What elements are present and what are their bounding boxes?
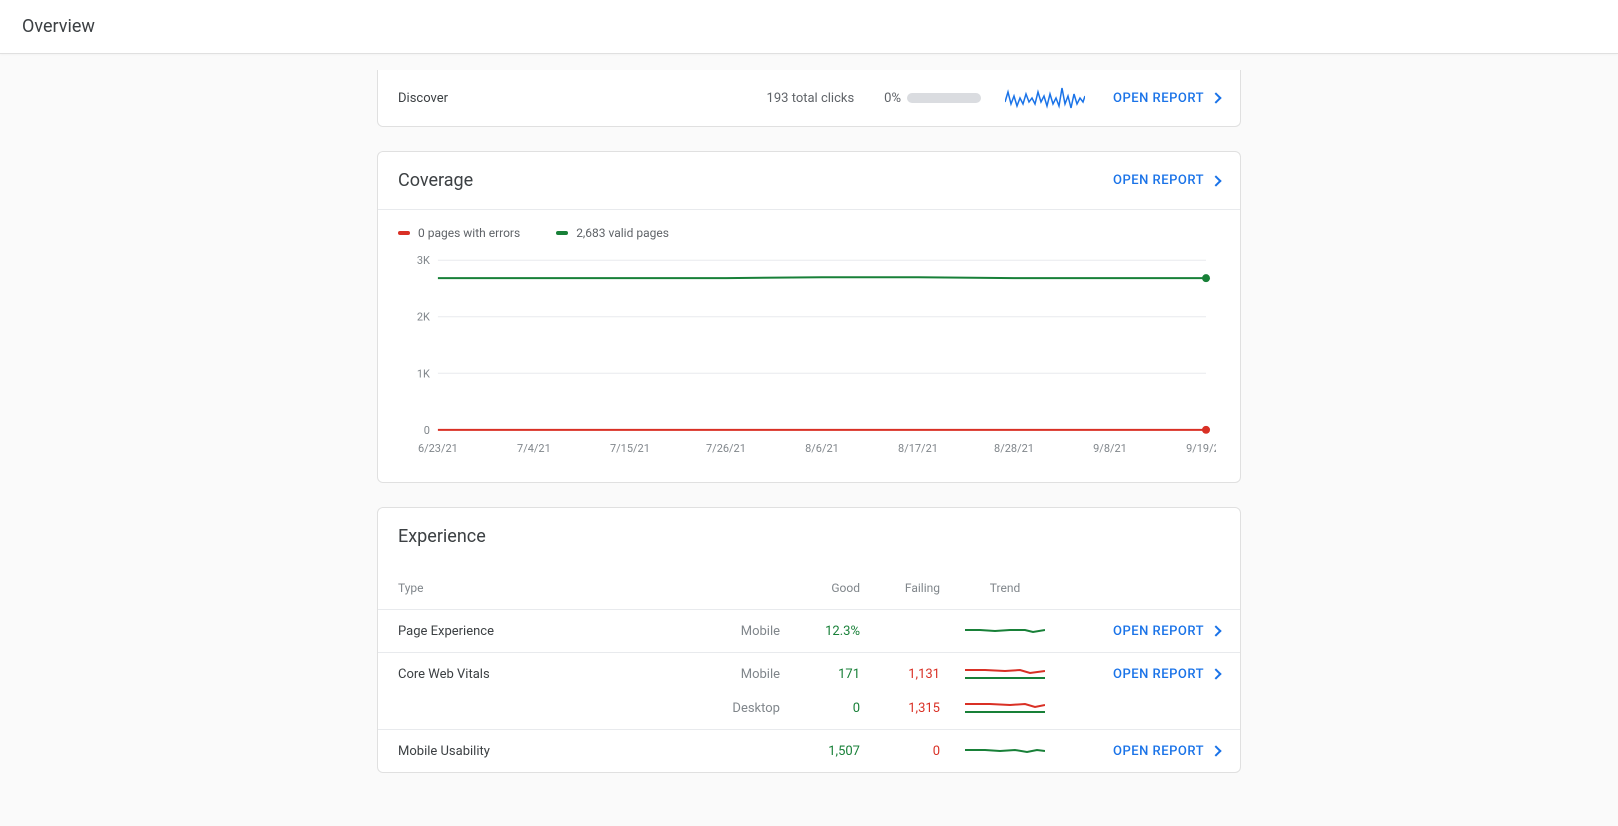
open-report-link-mobile-usability[interactable]: OPEN REPORT bbox=[1113, 744, 1220, 759]
row-trend bbox=[940, 742, 1070, 760]
legend-valid-label: 2,683 valid pages bbox=[576, 226, 669, 240]
col-device-header bbox=[670, 581, 780, 595]
col-good-header: Good bbox=[780, 581, 860, 595]
page-header: Overview bbox=[0, 0, 1618, 54]
discover-clicks: 193 total clicks bbox=[767, 91, 855, 106]
chevron-right-icon bbox=[1210, 668, 1221, 679]
chevron-right-icon bbox=[1210, 745, 1221, 756]
discover-card: Discover 193 total clicks 0% OPEN REPORT bbox=[377, 70, 1241, 127]
row-device: Desktop bbox=[670, 701, 780, 716]
open-report-label: OPEN REPORT bbox=[1113, 744, 1204, 759]
svg-text:1K: 1K bbox=[417, 367, 430, 380]
page-title: Overview bbox=[22, 16, 95, 37]
legend-errors-swatch bbox=[398, 231, 410, 235]
open-report-link-coverage[interactable]: OPEN REPORT bbox=[1113, 173, 1220, 188]
legend-errors: 0 pages with errors bbox=[398, 226, 520, 240]
row-trend bbox=[940, 665, 1070, 683]
experience-header: Experience bbox=[378, 508, 1240, 565]
legend-errors-label: 0 pages with errors bbox=[418, 226, 520, 240]
chevron-right-icon bbox=[1210, 175, 1221, 186]
coverage-title: Coverage bbox=[398, 170, 473, 191]
open-report-link-page-experience[interactable]: OPEN REPORT bbox=[1113, 624, 1220, 639]
open-report-link-core-web-vitals[interactable]: OPEN REPORT bbox=[1113, 667, 1220, 682]
open-report-label: OPEN REPORT bbox=[1113, 173, 1204, 188]
open-report-label: OPEN REPORT bbox=[1113, 667, 1204, 682]
table-row: Desktop 0 1,315 bbox=[378, 695, 1240, 729]
svg-text:0: 0 bbox=[424, 424, 430, 437]
legend-valid-swatch bbox=[556, 231, 568, 235]
row-type: Mobile Usability bbox=[398, 744, 670, 759]
svg-text:9/19/21: 9/19/21 bbox=[1186, 442, 1216, 455]
discover-sparkline bbox=[1005, 84, 1085, 112]
chevron-right-icon bbox=[1210, 625, 1221, 636]
coverage-chart-svg: 0 1K 2K 3K 6/23/21 7/4/21 7/15/21 7/26/21 8/6/21… bbox=[398, 250, 1216, 460]
trend-sparkline bbox=[965, 622, 1045, 640]
chevron-right-icon bbox=[1210, 92, 1221, 103]
coverage-chart: 0 1K 2K 3K 6/23/21 7/4/21 7/15/21 7/26/21 8/6/21… bbox=[378, 240, 1240, 482]
row-good: 12.3% bbox=[780, 624, 860, 639]
discover-percent: 0% bbox=[884, 91, 981, 106]
open-report-label: OPEN REPORT bbox=[1113, 91, 1204, 106]
row-failing: 1,315 bbox=[860, 701, 940, 716]
experience-table-header: Type Good Failing Trend bbox=[378, 565, 1240, 609]
svg-text:7/26/21: 7/26/21 bbox=[706, 442, 746, 455]
row-type: Core Web Vitals bbox=[398, 667, 670, 682]
svg-text:8/6/21: 8/6/21 bbox=[805, 442, 839, 455]
row-failing: 1,131 bbox=[860, 667, 940, 682]
row-good: 1,507 bbox=[780, 744, 860, 759]
row-failing: 0 bbox=[860, 744, 940, 759]
main-content: Discover 193 total clicks 0% OPEN REPORT… bbox=[0, 54, 1618, 813]
svg-text:9/8/21: 9/8/21 bbox=[1093, 442, 1127, 455]
svg-text:7/15/21: 7/15/21 bbox=[610, 442, 650, 455]
coverage-legend: 0 pages with errors 2,683 valid pages bbox=[378, 210, 1240, 240]
row-good: 0 bbox=[780, 701, 860, 716]
svg-text:7/4/21: 7/4/21 bbox=[517, 442, 551, 455]
trend-sparkline bbox=[965, 665, 1045, 683]
table-row: Mobile Usability 1,507 0 OPEN REPORT bbox=[378, 729, 1240, 772]
discover-label: Discover bbox=[398, 91, 767, 106]
svg-text:8/28/21: 8/28/21 bbox=[994, 442, 1034, 455]
svg-text:6/23/21: 6/23/21 bbox=[418, 442, 458, 455]
progress-bar bbox=[907, 93, 981, 103]
col-failing-header: Failing bbox=[860, 581, 940, 595]
row-device: Mobile bbox=[670, 667, 780, 682]
legend-valid: 2,683 valid pages bbox=[556, 226, 669, 240]
row-trend bbox=[940, 622, 1070, 640]
trend-sparkline bbox=[965, 742, 1045, 760]
row-device: Mobile bbox=[670, 624, 780, 639]
row-trend bbox=[940, 699, 1070, 717]
svg-text:2K: 2K bbox=[417, 311, 430, 324]
col-trend-header: Trend bbox=[940, 581, 1070, 595]
experience-card: Experience Type Good Failing Trend Page … bbox=[377, 507, 1241, 773]
col-action-header bbox=[1070, 581, 1220, 595]
discover-row: Discover 193 total clicks 0% OPEN REPORT bbox=[378, 70, 1240, 126]
experience-title: Experience bbox=[398, 526, 486, 547]
table-row: Core Web Vitals Mobile 171 1,131 OPEN RE… bbox=[378, 652, 1240, 695]
coverage-header: Coverage OPEN REPORT bbox=[378, 152, 1240, 209]
table-row: Page Experience Mobile 12.3% OPEN REPORT bbox=[378, 609, 1240, 652]
experience-table: Type Good Failing Trend Page Experience … bbox=[378, 565, 1240, 772]
svg-text:8/17/21: 8/17/21 bbox=[898, 442, 938, 455]
trend-sparkline bbox=[965, 699, 1045, 717]
svg-text:3K: 3K bbox=[417, 254, 430, 267]
discover-percent-label: 0% bbox=[884, 91, 901, 106]
open-report-link-discover[interactable]: OPEN REPORT bbox=[1113, 91, 1220, 106]
row-good: 171 bbox=[780, 667, 860, 682]
open-report-label: OPEN REPORT bbox=[1113, 624, 1204, 639]
coverage-card: Coverage OPEN REPORT 0 pages with errors… bbox=[377, 151, 1241, 483]
row-type: Page Experience bbox=[398, 624, 670, 639]
col-type-header: Type bbox=[398, 581, 670, 595]
